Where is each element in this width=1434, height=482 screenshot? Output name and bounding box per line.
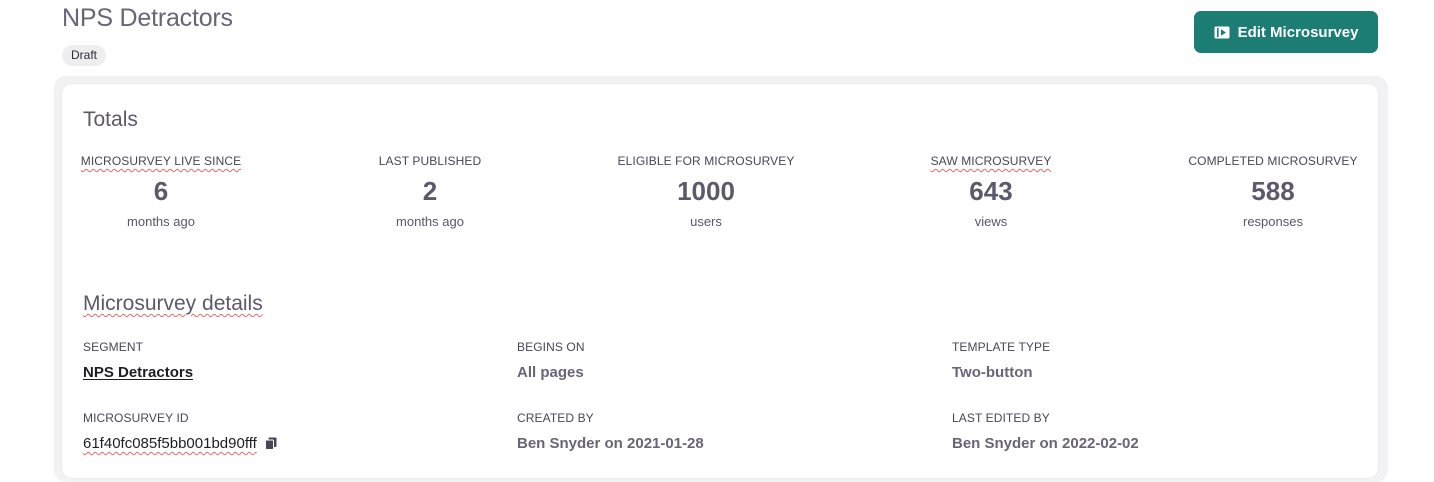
detail-segment: SEGMENT NPS Detractors <box>83 340 193 381</box>
edit-microsurvey-label: Edit Microsurvey <box>1237 23 1359 41</box>
stat-label: LAST PUBLISHED <box>378 154 482 168</box>
stat-label: MICROSURVEY LIVE SINCE <box>81 154 241 168</box>
status-badge: Draft <box>62 45 107 66</box>
stat-label-text: SAW MICROSURVEY <box>930 154 1052 168</box>
detail-label: BEGINS ON <box>517 340 585 354</box>
stat-last-published: LAST PUBLISHED 2 months ago <box>379 154 482 229</box>
microsurvey-id-row: 61f40fc085f5bb001bd90fff <box>83 435 277 452</box>
stat-completed: COMPLETED MICROSURVEY 588 responses <box>1188 154 1357 229</box>
page-title: NPS Detractors <box>62 4 233 32</box>
stat-label: COMPLETED MICROSURVEY <box>1188 154 1358 168</box>
stat-value: 2 <box>422 176 438 206</box>
stat-unit: users <box>690 214 722 229</box>
detail-label: TEMPLATE TYPE <box>952 340 1051 354</box>
stat-unit: views <box>974 214 1008 229</box>
detail-begins-on: BEGINS ON All pages <box>517 340 585 381</box>
stat-label-text: MICROSURVEY LIVE SINCE <box>80 154 242 168</box>
stat-value: 643 <box>969 176 1013 206</box>
detail-last-edited-by: LAST EDITED BY Ben Snyder on 2022-02-02 <box>952 411 1139 452</box>
detail-label: LAST EDITED BY <box>952 411 1050 425</box>
detail-label: MICROSURVEY ID <box>83 411 189 425</box>
play-square-icon <box>1214 26 1230 39</box>
stat-value: 1000 <box>677 176 735 206</box>
detail-value: 61f40fc085f5bb001bd90fff <box>83 435 277 452</box>
detail-value: Two-button <box>952 364 1033 381</box>
stat-value: 6 <box>153 176 169 206</box>
detail-value: Ben Snyder on 2022-02-02 <box>952 435 1139 452</box>
stat-unit: months ago <box>127 214 195 229</box>
detail-value: NPS Detractors <box>83 364 193 381</box>
detail-label: CREATED BY <box>517 411 594 425</box>
edit-microsurvey-button[interactable]: Edit Microsurvey <box>1194 11 1378 53</box>
detail-value: Ben Snyder on 2021-01-28 <box>517 435 704 452</box>
detail-value: All pages <box>517 364 584 381</box>
microsurvey-id-value: 61f40fc085f5bb001bd90fff <box>83 435 257 452</box>
detail-label: SEGMENT <box>83 340 144 354</box>
stat-label: SAW MICROSURVEY <box>931 154 1052 168</box>
stat-saw: SAW MICROSURVEY 643 views <box>931 154 1052 229</box>
detail-microsurvey-id: MICROSURVEY ID 61f40fc085f5bb001bd90fff <box>83 411 277 452</box>
stat-eligible: ELIGIBLE FOR MICROSURVEY 1000 users <box>618 154 795 229</box>
segment-link[interactable]: NPS Detractors <box>83 364 193 381</box>
stat-value: 588 <box>1251 176 1295 206</box>
details-heading-text: Microsurvey details <box>83 292 263 315</box>
stat-label: ELIGIBLE FOR MICROSURVEY <box>617 154 795 168</box>
stat-unit: months ago <box>396 214 464 229</box>
details-heading: Microsurvey details <box>83 292 263 316</box>
stat-live-since: MICROSURVEY LIVE SINCE 6 months ago <box>81 154 241 229</box>
detail-template-type: TEMPLATE TYPE Two-button <box>952 340 1050 381</box>
copy-icon[interactable] <box>264 437 277 450</box>
stat-unit: responses <box>1243 214 1303 229</box>
microsurvey-page: NPS Detractors Draft Edit Microsurvey To… <box>0 0 1434 482</box>
detail-created-by: CREATED BY Ben Snyder on 2021-01-28 <box>517 411 704 452</box>
totals-heading: Totals <box>83 108 138 131</box>
